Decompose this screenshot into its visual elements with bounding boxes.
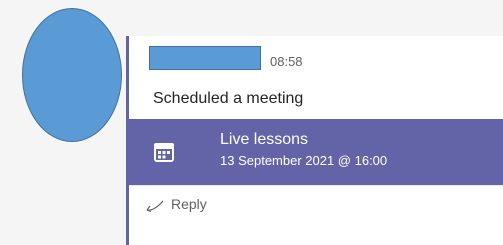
meeting-card[interactable]: Live lessons 13 September 2021 @ 16:00 xyxy=(129,119,503,185)
reply-icon xyxy=(146,200,164,213)
sender-name-redacted xyxy=(149,46,261,70)
meeting-date: 13 September 2021 @ 16:00 xyxy=(220,153,388,168)
reply-button[interactable]: Reply xyxy=(129,185,503,245)
message-text: Scheduled a meeting xyxy=(153,90,304,107)
meeting-title[interactable]: Live lessons xyxy=(220,130,387,150)
avatar[interactable] xyxy=(22,8,122,142)
reply-label: Reply xyxy=(171,196,207,212)
chat-canvas: 08:58 Scheduled a meeting Live lessons 1… xyxy=(0,0,503,245)
message-card: 08:58 Scheduled a meeting Live lessons 1… xyxy=(126,36,503,245)
calendar-icon xyxy=(154,143,174,162)
message-time: 08:58 xyxy=(270,54,303,69)
meeting-details: Live lessons 13 September 2021 @ 16:00 xyxy=(220,130,387,170)
message-header: 08:58 xyxy=(149,44,303,70)
